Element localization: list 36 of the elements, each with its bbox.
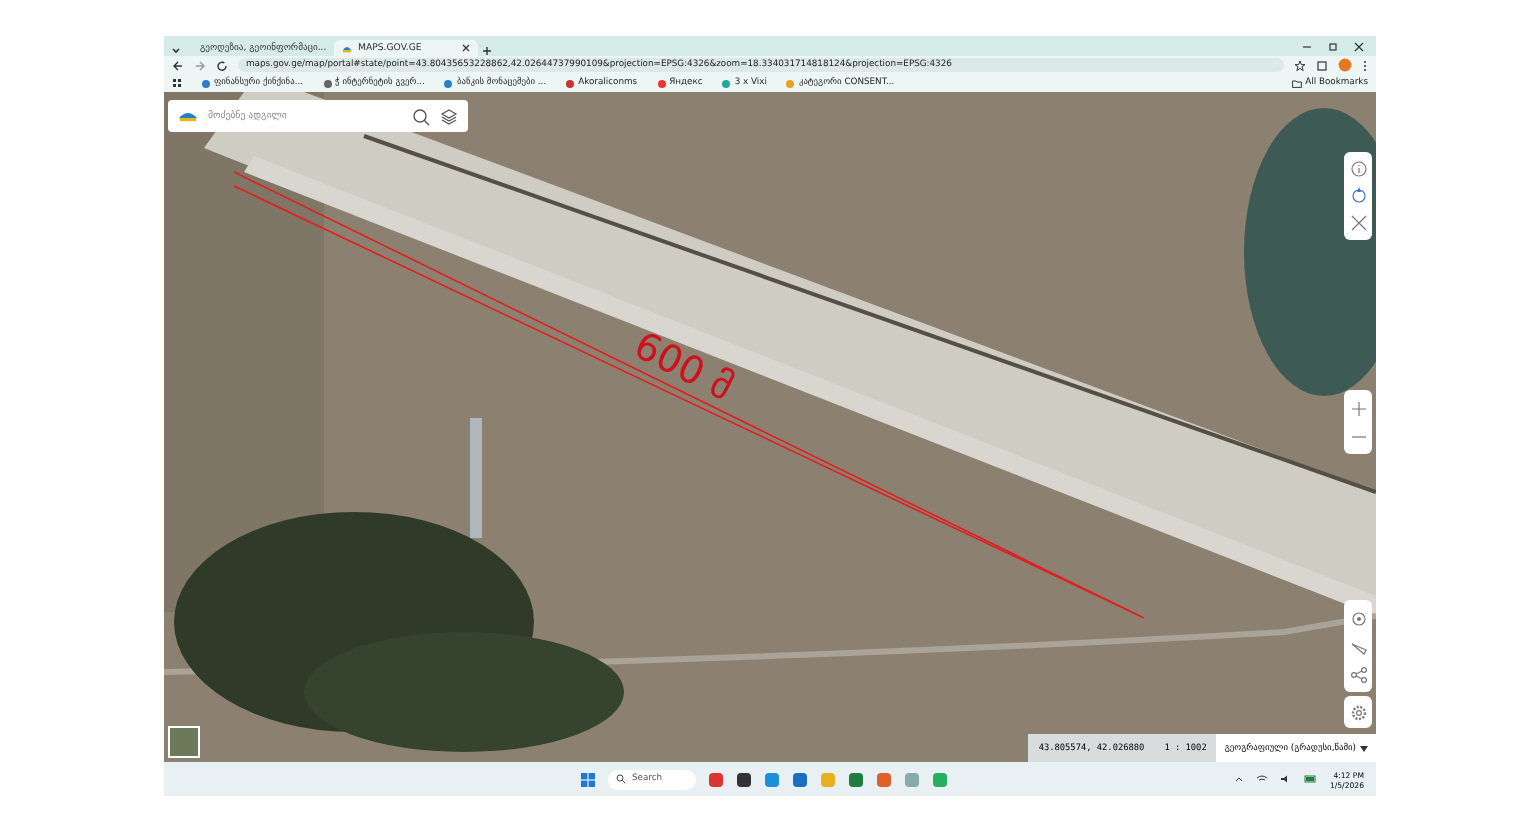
forward-icon[interactable] [194,59,206,71]
restore-icon[interactable] [1328,41,1338,51]
bookmark-favicon-icon [786,79,795,87]
search-icon [616,774,626,784]
bookmark-favicon-icon [444,79,453,87]
battery-icon[interactable] [1303,774,1318,784]
minimap-thumbnail[interactable] [168,726,200,758]
network-icon[interactable] [1255,774,1268,784]
search-icon[interactable] [412,107,430,125]
star-icon[interactable] [1294,59,1306,71]
reload-icon[interactable] [216,59,228,71]
info-icon[interactable] [1349,160,1367,179]
layers-icon[interactable] [440,107,458,125]
bookmark-favicon-icon [566,79,575,87]
new-tab-icon[interactable] [482,46,492,56]
compass-icon[interactable] [1349,186,1367,205]
back-icon[interactable] [172,59,184,71]
logo-icon [178,110,198,122]
measurement-label: 600 მ [626,323,740,411]
locate-icon[interactable] [1349,609,1367,627]
bookmark-favicon-icon [722,79,731,87]
volume-icon[interactable] [1279,774,1292,784]
minimize-icon[interactable] [1302,41,1312,51]
close-icon[interactable] [462,44,470,52]
bookmark-favicon-icon [657,79,666,87]
windows-start-icon[interactable] [580,771,596,787]
apps-grid-icon[interactable] [172,78,182,88]
site-icon [342,43,352,53]
profile-avatar-icon[interactable] [1338,58,1352,72]
bookmark-favicon-icon [202,79,210,87]
tab-list-icon[interactable] [170,44,182,56]
close-icon[interactable] [1354,41,1364,51]
bookmark-favicon-icon [323,79,332,87]
caret-icon [1360,745,1368,751]
share-icon[interactable] [1349,665,1367,683]
settings-icon[interactable] [1349,703,1367,721]
